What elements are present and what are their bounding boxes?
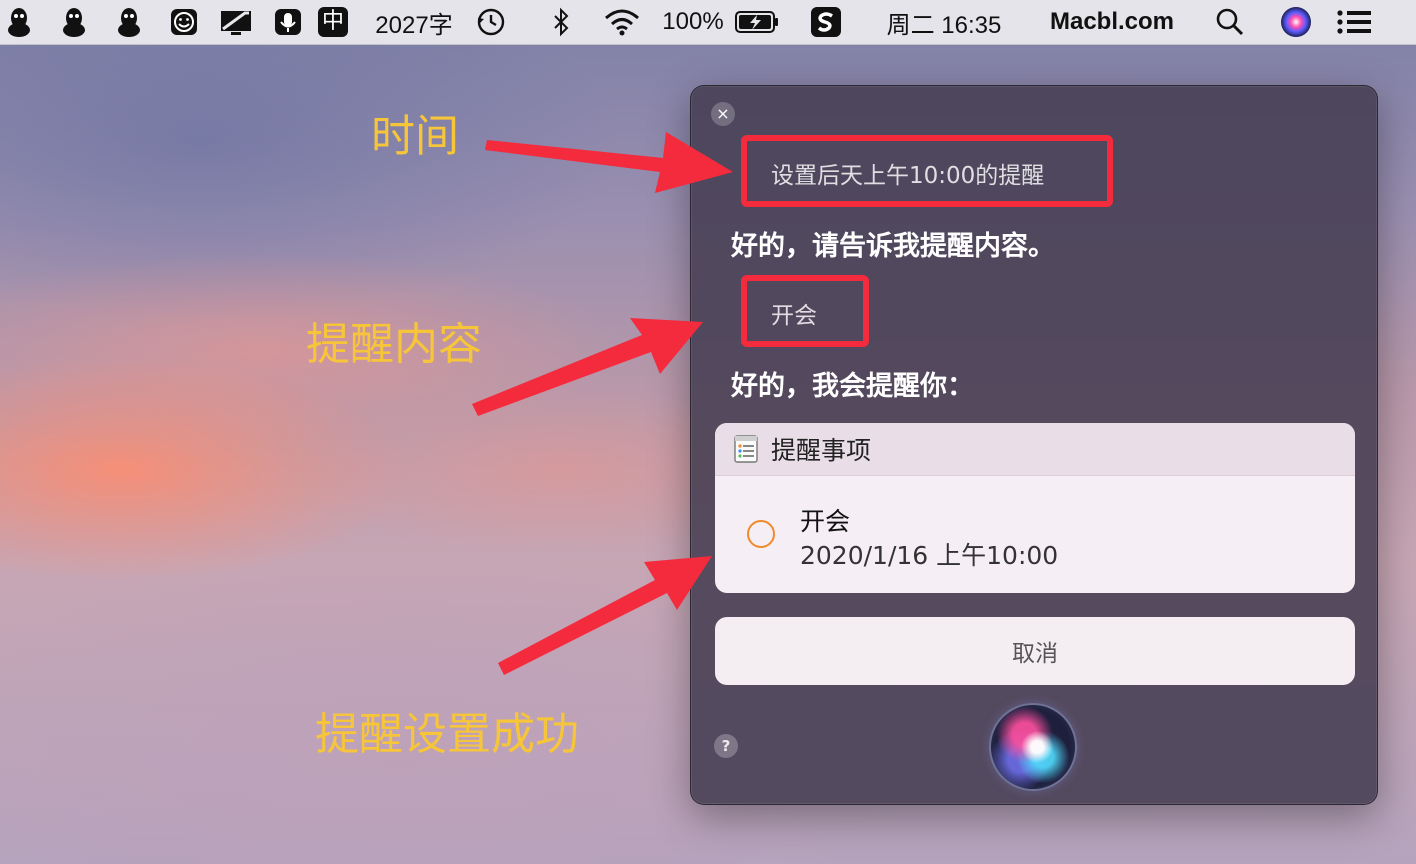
annotation-time-label: 时间 [371, 111, 459, 162]
input-method-label: 中 [318, 7, 348, 37]
cancel-button[interactable]: 取消 [715, 617, 1355, 685]
reminder-checkbox[interactable] [747, 520, 775, 548]
qq-icon[interactable] [114, 0, 144, 44]
reminder-app-name: 提醒事项 [771, 436, 872, 465]
siri-reply-ask-content: 好的，请告诉我提醒内容。 [731, 231, 1055, 262]
siri-orb-icon[interactable] [991, 705, 1075, 789]
arrow-content [472, 318, 703, 416]
time-machine-icon[interactable] [472, 0, 510, 44]
reminders-app-icon [734, 435, 758, 463]
highlight-box-time [741, 135, 1113, 207]
reminder-item[interactable]: 开会 2020/1/16 上午10:00 [715, 476, 1355, 593]
close-button[interactable]: × [711, 102, 735, 126]
qq-icon[interactable] [4, 0, 34, 44]
highlight-box-content [741, 275, 869, 347]
reminder-card-header: 提醒事项 [715, 423, 1355, 476]
spotlight-search-icon[interactable] [1212, 0, 1248, 44]
qq-icon[interactable] [59, 0, 89, 44]
bluetooth-icon[interactable] [548, 0, 574, 44]
notification-center-icon[interactable] [1334, 0, 1374, 44]
site-name: Macbl.com [1049, 8, 1175, 35]
sogou-icon[interactable] [808, 0, 844, 44]
wifi-icon[interactable] [600, 0, 644, 44]
menu-bar: 中 2027字 100% 周二 16:35 Macbl.com [0, 0, 1416, 45]
siri-icon[interactable] [1276, 0, 1316, 44]
siri-reply-confirm: 好的，我会提醒你： [731, 371, 974, 402]
word-count[interactable]: 2027字 [370, 0, 458, 44]
reminder-title: 开会 [800, 507, 851, 536]
input-method-icon[interactable]: 中 [316, 0, 350, 44]
siri-panel: × 设置后天上午10:00的提醒 好的，请告诉我提醒内容。 开会 好的，我会提醒… [690, 85, 1378, 805]
display-icon[interactable] [218, 0, 254, 44]
battery-percent[interactable]: 100% [660, 0, 726, 44]
arrow-success [498, 556, 712, 675]
microphone-icon[interactable] [272, 0, 304, 44]
help-button[interactable]: ? [714, 734, 738, 758]
annotation-content-label: 提醒内容 [306, 319, 482, 370]
clock[interactable]: 周二 16:35 [872, 0, 1016, 44]
emoji-icon[interactable] [168, 0, 200, 44]
battery-charging-icon[interactable] [732, 0, 782, 44]
reminder-datetime: 2020/1/16 上午10:00 [800, 541, 1059, 570]
annotation-success-label: 提醒设置成功 [315, 709, 579, 760]
reminder-card[interactable]: 提醒事项 开会 2020/1/16 上午10:00 [715, 423, 1355, 593]
